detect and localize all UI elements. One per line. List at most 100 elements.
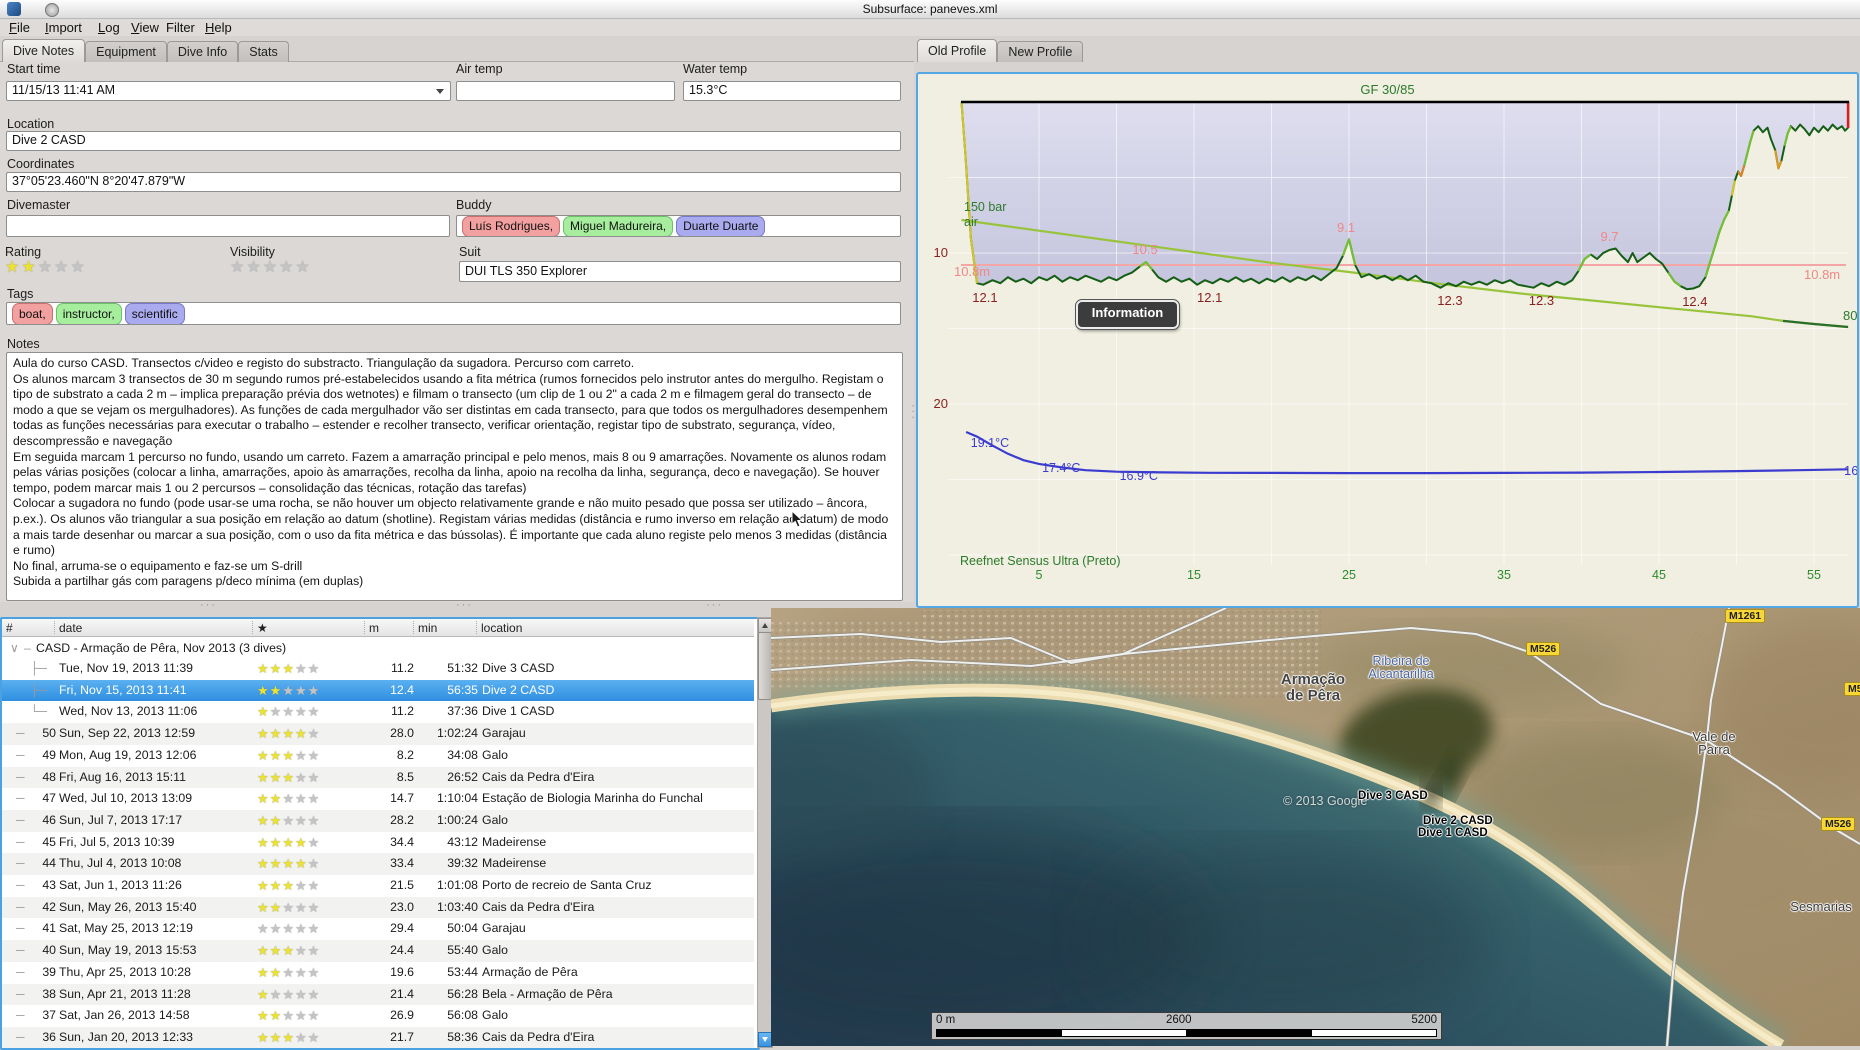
dive-row[interactable]: ├─ Tue, Nov 19, 2013 11:39 ★★★★★ 11.2 51:32 D… [2, 658, 754, 680]
star-filled-icon[interactable]: ★ [270, 900, 283, 915]
chevron-down-icon[interactable] [436, 89, 444, 94]
menu-help[interactable]: Help [202, 20, 235, 35]
star-empty-icon[interactable]: ★ [270, 987, 283, 1002]
star-empty-icon[interactable]: ★ [282, 987, 295, 1002]
dive-row[interactable]: ─ 49 Mon, Aug 19, 2013 12:06 ★★★★★ 8.2 34:08 G… [2, 745, 754, 767]
star-filled-icon[interactable]: ★ [257, 1008, 270, 1023]
star-empty-icon[interactable]: ★ [282, 921, 295, 936]
star-filled-icon[interactable]: ★ [270, 1030, 283, 1045]
star-empty-icon[interactable]: ★ [295, 683, 308, 698]
dive-profile-chart[interactable]: GF 30/85 10.8m 150 bar air 10 20 10.8m 8… [916, 72, 1859, 608]
visibility-stars[interactable]: ★★★★★ [230, 260, 312, 276]
rating-stars[interactable]: ★★★★★ [5, 260, 87, 276]
star-empty-icon[interactable]: ★ [295, 1008, 308, 1023]
star-empty-icon[interactable]: ★ [270, 704, 283, 719]
star-empty-icon[interactable]: ★ [308, 987, 321, 1002]
dive-row[interactable]: ─ 39 Thu, Apr 25, 2013 10:28 ★★★★★ 19.6 53:44… [2, 962, 754, 984]
dive-row[interactable]: ─ 47 Wed, Jul 10, 2013 13:09 ★★★★★ 14.7 1:10:… [2, 788, 754, 810]
dive-row[interactable]: ─ 45 Fri, Jul 5, 2013 10:39 ★★★★★ 34.4 43:12 M… [2, 832, 754, 854]
title-bar[interactable]: Subsurface: paneves.xml [0, 0, 1860, 19]
star-filled-icon[interactable]: ★ [282, 835, 295, 850]
col-location[interactable]: location [481, 621, 522, 635]
divemaster-field[interactable] [6, 215, 450, 237]
star-filled-icon[interactable]: ★ [282, 726, 295, 741]
col-date[interactable]: date [59, 621, 82, 635]
coordinates-field[interactable]: 37°05'23.460"N 8°20'47.879"W [6, 172, 901, 192]
star-filled-icon[interactable]: ★ [257, 770, 270, 785]
star-filled-icon[interactable]: ★ [270, 856, 283, 871]
star-filled-icon[interactable]: ★ [270, 943, 283, 958]
star-empty-icon[interactable]: ★ [308, 900, 321, 915]
star-filled-icon[interactable]: ★ [257, 813, 270, 828]
star-empty-icon[interactable]: ★ [246, 259, 262, 276]
scroll-up-button[interactable] [758, 618, 772, 633]
star-empty-icon[interactable]: ★ [308, 748, 321, 763]
tags-field[interactable]: boat, instructor, scientific [6, 302, 901, 325]
star-filled-icon[interactable]: ★ [21, 259, 37, 276]
dive-row[interactable]: ├─ Fri, Nov 15, 2013 11:41 ★★★★★ 12.4 56:35 D… [2, 679, 754, 702]
star-filled-icon[interactable]: ★ [257, 704, 270, 719]
star-empty-icon[interactable]: ★ [308, 1008, 321, 1023]
star-empty-icon[interactable]: ★ [295, 748, 308, 763]
buddy-pill[interactable]: Miguel Madureira, [563, 216, 674, 236]
star-empty-icon[interactable]: ★ [308, 921, 321, 936]
star-filled-icon[interactable]: ★ [257, 748, 270, 763]
star-empty-icon[interactable]: ★ [308, 943, 321, 958]
scroll-down-button[interactable] [758, 1032, 772, 1047]
collapse-icon[interactable]: ∨ [10, 641, 19, 655]
star-filled-icon[interactable]: ★ [270, 683, 283, 698]
dive-row[interactable]: ─ 37 Sat, Jan 26, 2013 14:58 ★★★★★ 26.9 56:08… [2, 1005, 754, 1027]
dive-row[interactable]: ─ 41 Sat, May 25, 2013 12:19 ★★★★★ 29.4 50:04… [2, 918, 754, 940]
star-filled-icon[interactable]: ★ [295, 835, 308, 850]
star-filled-icon[interactable]: ★ [257, 856, 270, 871]
star-empty-icon[interactable]: ★ [295, 1030, 308, 1045]
star-filled-icon[interactable]: ★ [257, 791, 270, 806]
star-empty-icon[interactable]: ★ [295, 813, 308, 828]
star-filled-icon[interactable]: ★ [257, 661, 270, 676]
star-empty-icon[interactable]: ★ [282, 704, 295, 719]
star-empty-icon[interactable]: ★ [295, 704, 308, 719]
star-empty-icon[interactable]: ★ [295, 900, 308, 915]
star-filled-icon[interactable]: ★ [270, 661, 283, 676]
star-filled-icon[interactable]: ★ [270, 791, 283, 806]
star-filled-icon[interactable]: ★ [257, 878, 270, 893]
star-filled-icon[interactable]: ★ [270, 965, 283, 980]
star-empty-icon[interactable]: ★ [308, 726, 321, 741]
col-rating[interactable]: ★ [257, 621, 268, 635]
dive-row[interactable]: ─ 38 Sun, Apr 21, 2013 11:28 ★★★★★ 21.4 56:28… [2, 983, 754, 1006]
star-filled-icon[interactable]: ★ [257, 943, 270, 958]
star-empty-icon[interactable]: ★ [230, 259, 246, 276]
buddy-field[interactable]: Luís Rodrigues, Miguel Madureira, Duarte D… [456, 215, 901, 237]
star-empty-icon[interactable]: ★ [308, 878, 321, 893]
tab-dive-notes[interactable]: Dive Notes [2, 39, 86, 62]
dive-row[interactable]: └─ Wed, Nov 13, 2013 11:06 ★★★★★ 11.2 37:36 D… [2, 701, 754, 723]
star-empty-icon[interactable]: ★ [282, 683, 295, 698]
tab-equipment[interactable]: Equipment [85, 41, 167, 62]
star-empty-icon[interactable]: ★ [308, 1030, 321, 1045]
star-empty-icon[interactable]: ★ [308, 770, 321, 785]
star-filled-icon[interactable]: ★ [282, 770, 295, 785]
star-empty-icon[interactable]: ★ [38, 259, 54, 276]
star-empty-icon[interactable]: ★ [308, 813, 321, 828]
star-empty-icon[interactable]: ★ [308, 661, 321, 676]
star-empty-icon[interactable]: ★ [295, 965, 308, 980]
star-filled-icon[interactable]: ★ [295, 856, 308, 871]
star-filled-icon[interactable]: ★ [270, 770, 283, 785]
col-number[interactable]: # [6, 621, 13, 635]
buddy-pill[interactable]: Luís Rodrigues, [462, 216, 561, 236]
star-filled-icon[interactable]: ★ [257, 987, 270, 1002]
star-empty-icon[interactable]: ★ [295, 921, 308, 936]
star-filled-icon[interactable]: ★ [270, 878, 283, 893]
star-filled-icon[interactable]: ★ [257, 965, 270, 980]
tab-stats[interactable]: Stats [238, 41, 289, 62]
dive-list-header[interactable]: # date ★ m min location [2, 619, 754, 637]
star-empty-icon[interactable]: ★ [295, 259, 311, 276]
dive-row[interactable]: ─ 46 Sun, Jul 7, 2013 17:17 ★★★★★ 28.2 1:00:2… [2, 809, 754, 832]
star-empty-icon[interactable]: ★ [295, 791, 308, 806]
menu-file[interactable]: File [6, 20, 33, 35]
star-filled-icon[interactable]: ★ [257, 726, 270, 741]
star-empty-icon[interactable]: ★ [282, 813, 295, 828]
star-filled-icon[interactable]: ★ [257, 1030, 270, 1045]
dive-row[interactable]: ─ 40 Sun, May 19, 2013 15:53 ★★★★★ 24.4 55:40… [2, 940, 754, 962]
star-empty-icon[interactable]: ★ [308, 835, 321, 850]
